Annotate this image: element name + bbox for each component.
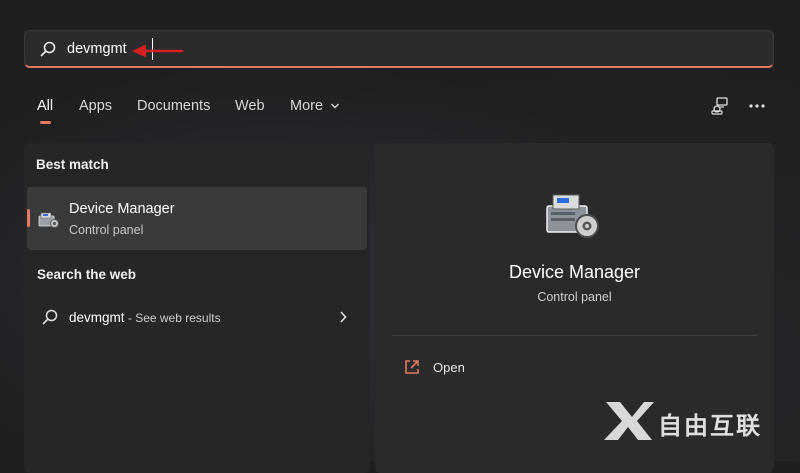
preview-title: Device Manager	[508, 262, 641, 282]
best-match-heading: Best match	[36, 157, 109, 172]
tab-all[interactable]: All	[37, 98, 53, 114]
best-match-title: Device Manager	[69, 201, 175, 217]
web-result-text: devmgmt - See web results	[69, 310, 221, 325]
web-result-hint: - See web results	[124, 311, 221, 325]
best-match-subtitle: Control panel	[69, 223, 144, 237]
chevron-down-icon	[331, 103, 340, 109]
open-external-icon	[405, 360, 419, 374]
search-icon	[42, 309, 58, 325]
tab-apps[interactable]: Apps	[79, 98, 112, 114]
search-icon	[40, 41, 56, 57]
annotation-arrow-icon	[132, 44, 184, 58]
search-web-heading: Search the web	[37, 267, 137, 282]
tab-more[interactable]: More	[290, 98, 340, 114]
watermark-x-icon	[604, 402, 654, 440]
active-tab-indicator	[40, 121, 51, 124]
preview-subtitle: Control panel	[537, 290, 612, 304]
chevron-right-icon[interactable]	[338, 310, 348, 324]
device-manager-icon	[38, 212, 59, 228]
watermark-text: 自由互联	[658, 412, 762, 440]
open-label: Open	[433, 360, 465, 375]
device-manager-large-icon	[546, 194, 599, 238]
open-action[interactable]: Open	[400, 356, 600, 380]
selection-indicator	[27, 209, 30, 227]
share-devices-icon[interactable]	[710, 96, 730, 116]
watermark-logo: 自由互联	[600, 398, 790, 442]
divider	[392, 335, 758, 336]
web-result-query: devmgmt	[69, 310, 125, 325]
best-match-result[interactable]: Device Manager Control panel	[27, 187, 367, 250]
more-options-icon[interactable]	[747, 96, 767, 116]
tab-web[interactable]: Web	[235, 98, 265, 114]
web-result-row[interactable]: devmgmt - See web results	[36, 302, 356, 334]
tab-documents[interactable]: Documents	[137, 98, 210, 114]
tab-more-label: More	[290, 98, 324, 114]
